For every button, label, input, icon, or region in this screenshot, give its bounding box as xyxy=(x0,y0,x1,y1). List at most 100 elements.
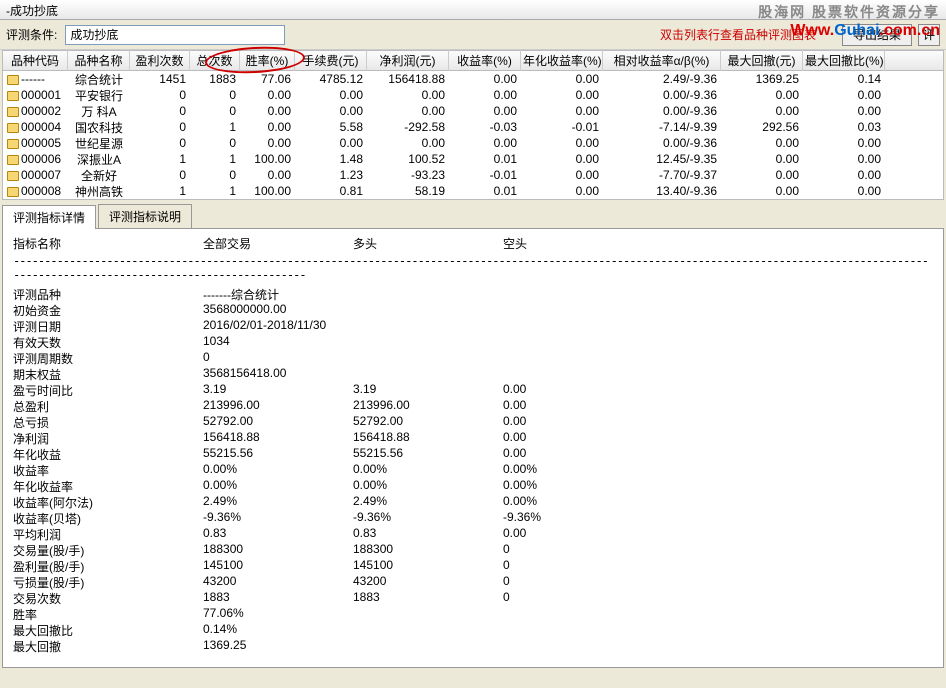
cell-name: 神州高铁 xyxy=(68,183,130,200)
detail-cell: 145100 xyxy=(203,558,353,574)
cell-name: 深振业A xyxy=(68,151,130,168)
tab-explain[interactable]: 评测指标说明 xyxy=(98,204,192,228)
table-row[interactable]: 000002万 科A000.000.000.000.000.000.00/-9.… xyxy=(3,103,943,119)
cell-value: 100.00 xyxy=(240,184,295,198)
detail-cell: 213996.00 xyxy=(203,398,353,414)
col-header[interactable]: 相对收益率α/β(%) xyxy=(603,50,721,71)
cell-value: 292.56 xyxy=(721,120,803,134)
dh-short: 空头 xyxy=(503,235,623,252)
detail-cell xyxy=(503,302,623,318)
table-row[interactable]: ------综合统计1451188377.064785.12156418.880… xyxy=(3,71,943,87)
table-row[interactable]: 000006深振业A11100.001.48100.520.010.0012.4… xyxy=(3,151,943,167)
dh-name: 指标名称 xyxy=(13,235,203,252)
cell-value: -93.23 xyxy=(367,168,449,182)
col-header[interactable]: 品种名称 xyxy=(68,50,130,71)
cell-value: 0 xyxy=(130,104,190,118)
detail-cell: 1883 xyxy=(353,590,503,606)
table-body: ------综合统计1451188377.064785.12156418.880… xyxy=(3,71,943,199)
detail-cell xyxy=(503,606,623,622)
table-row[interactable]: 000004国农科技010.005.58-292.58-0.03-0.01-7.… xyxy=(3,119,943,135)
cell-value: 1369.25 xyxy=(721,72,803,86)
detail-cell: 0.00 xyxy=(503,430,623,446)
detail-cell: 交易次数 xyxy=(13,590,203,606)
cell-value: -7.14/-9.39 xyxy=(603,120,721,134)
extra-button[interactable]: 评 xyxy=(918,24,940,46)
cell-value: 1 xyxy=(130,184,190,198)
cell-value: 1451 xyxy=(130,72,190,86)
detail-cell: 收益率(贝塔) xyxy=(13,510,203,526)
detail-cell xyxy=(353,318,503,334)
detail-cell: 0.00% xyxy=(503,494,623,510)
detail-row: 亏损量(股/手)43200432000 xyxy=(13,574,933,590)
col-header[interactable]: 净利润(元) xyxy=(367,50,449,71)
detail-cell xyxy=(503,286,623,302)
col-header[interactable]: 最大回撤(元) xyxy=(721,50,803,71)
cell-value: 0.00 xyxy=(367,88,449,102)
detail-cell: -9.36% xyxy=(503,510,623,526)
folder-icon xyxy=(7,123,19,133)
detail-cell xyxy=(503,350,623,366)
cell-value: 0.01 xyxy=(449,184,521,198)
cell-value: 2.49/-9.36 xyxy=(603,72,721,86)
table-row[interactable]: 000008神州高铁11100.000.8158.190.010.0013.40… xyxy=(3,183,943,199)
detail-cell: 交易量(股/手) xyxy=(13,542,203,558)
detail-cell: 0 xyxy=(503,590,623,606)
detail-cell: 总盈利 xyxy=(13,398,203,414)
table-row[interactable]: 000001平安银行000.000.000.000.000.000.00/-9.… xyxy=(3,87,943,103)
detail-cell xyxy=(353,366,503,382)
detail-cell: 2.49% xyxy=(353,494,503,510)
col-header[interactable]: 手续费(元) xyxy=(295,50,367,71)
col-header[interactable]: 收益率(%) xyxy=(449,50,521,71)
detail-cell: -9.36% xyxy=(203,510,353,526)
cell-value: 0.00/-9.36 xyxy=(603,104,721,118)
cell-code: 000002 xyxy=(3,104,68,118)
folder-icon xyxy=(7,75,19,85)
detail-cell: 0.00% xyxy=(203,462,353,478)
cell-value: 0.00 xyxy=(295,88,367,102)
export-button[interactable]: 导出结果 xyxy=(842,24,912,46)
cell-value: 0.00 xyxy=(721,88,803,102)
detail-row: 总亏损52792.0052792.000.00 xyxy=(13,414,933,430)
col-header[interactable]: 胜率(%) xyxy=(240,50,295,71)
cell-value: 0 xyxy=(190,88,240,102)
cell-value: 0.00 xyxy=(803,168,885,182)
table-row[interactable]: 000005世纪星源000.000.000.000.000.000.00/-9.… xyxy=(3,135,943,151)
cell-value: 0.00 xyxy=(367,104,449,118)
folder-icon xyxy=(7,139,19,149)
col-header[interactable]: 品种代码 xyxy=(3,50,68,71)
details-panel: 指标名称 全部交易 多头 空头 ------------------------… xyxy=(2,228,944,668)
detail-cell xyxy=(203,654,353,668)
detail-cell: 43200 xyxy=(353,574,503,590)
cell-value: -7.70/-9.37 xyxy=(603,168,721,182)
col-header[interactable]: 盈利次数 xyxy=(130,50,190,71)
cell-value: 0.00 xyxy=(240,88,295,102)
detail-cell: 3568156418.00 xyxy=(203,366,353,382)
detail-cell: 0 xyxy=(503,558,623,574)
dh-long: 多头 xyxy=(353,235,503,252)
col-header[interactable]: 最大回撤比(%) xyxy=(803,50,885,71)
cell-value: 0.00/-9.36 xyxy=(603,136,721,150)
detail-row: 盈利量(股/手)1451001451000 xyxy=(13,558,933,574)
cell-name: 综合统计 xyxy=(68,71,130,88)
table-row[interactable]: 000007全新好000.001.23-93.23-0.010.00-7.70/… xyxy=(3,167,943,183)
detail-cell: 213996.00 xyxy=(353,398,503,414)
detail-cell: 3568000000.00 xyxy=(203,302,353,318)
cell-value: 13.40/-9.36 xyxy=(603,184,721,198)
detail-cell: 年化收益率 xyxy=(13,478,203,494)
condition-input[interactable] xyxy=(65,25,285,45)
window-title: -成功抄底 xyxy=(0,0,946,20)
cell-code: 000004 xyxy=(3,120,68,134)
detail-row: 平均利润0.830.830.00 xyxy=(13,526,933,542)
cell-value: 5.58 xyxy=(295,120,367,134)
tab-details[interactable]: 评测指标详情 xyxy=(2,205,96,229)
detail-cell xyxy=(503,622,623,638)
result-table: 品种代码品种名称盈利次数总次数胜率(%)手续费(元)净利润(元)收益率(%)年化… xyxy=(2,50,944,200)
col-header[interactable]: 年化收益率(%) xyxy=(521,50,603,71)
cell-value: 1 xyxy=(130,152,190,166)
folder-icon xyxy=(7,171,19,181)
detail-cell xyxy=(353,622,503,638)
col-header[interactable]: 总次数 xyxy=(190,50,240,71)
detail-cell xyxy=(503,638,623,654)
detail-cell xyxy=(503,318,623,334)
cell-value: 0.00 xyxy=(240,168,295,182)
